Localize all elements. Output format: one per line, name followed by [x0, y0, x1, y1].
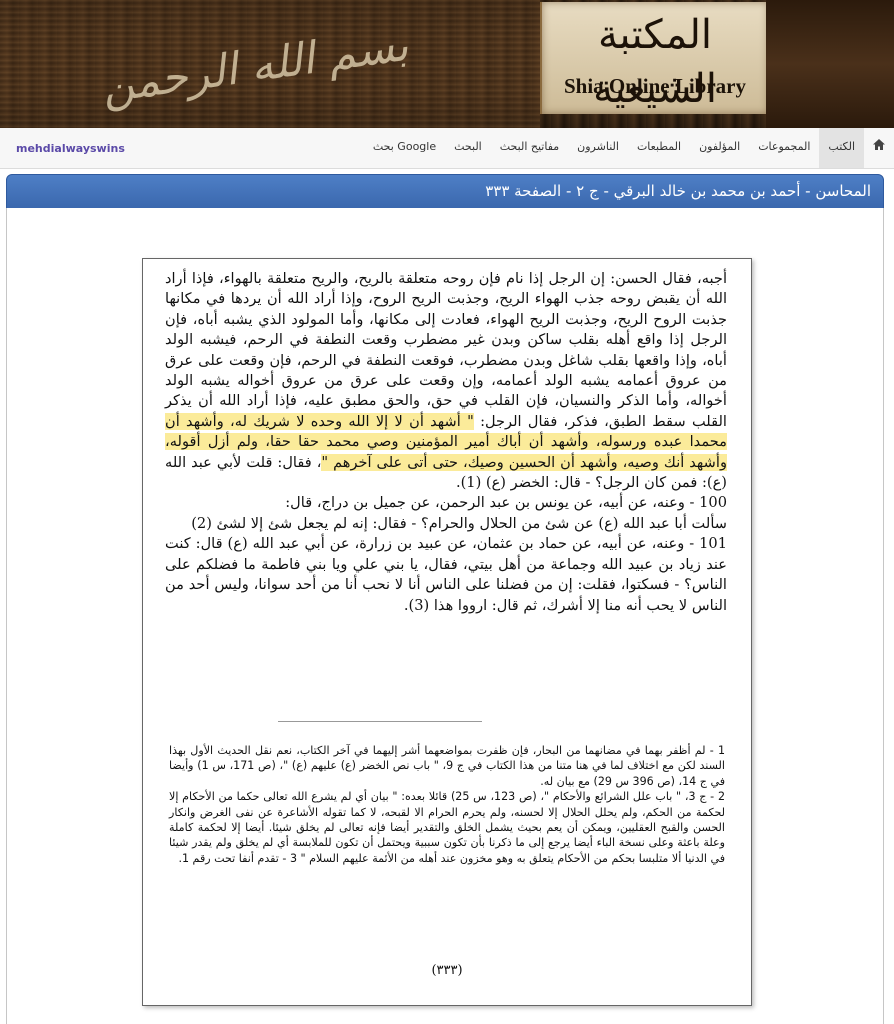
nav-item-google-search[interactable]: بحث Google — [364, 128, 445, 168]
paragraph-4: 101 - وعنه، عن أبيه، عن حماد بن عثمان، ع… — [165, 535, 727, 614]
page-title: المحاسن - أحمد بن محمد بن خالد البرقي - … — [485, 182, 871, 200]
nav-item-authors[interactable]: المؤلفون — [690, 128, 749, 168]
home-icon[interactable] — [864, 128, 894, 168]
main-text: أجبه، فقال الحسن: إن الرجل إذا نام فإن ر… — [165, 269, 727, 616]
footnote-divider — [278, 721, 482, 722]
site-logo[interactable]: المكتبة الشيعية Shia Online Library — [540, 2, 770, 114]
nav-item-books[interactable]: الكتب — [819, 128, 864, 168]
footnote-2: 2 - ج 3، " باب علل الشرائع والأحكام "، (… — [169, 790, 725, 865]
paragraph-2: 100 - وعنه، عن أبيه، عن يونس بن عبد الرح… — [285, 494, 727, 512]
nav-bar: mehdialwayswins الكتب المجموعات المؤلفون… — [0, 128, 894, 169]
text-before-highlight: أجبه، فقال الحسن: إن الرجل إذا نام فإن ر… — [165, 270, 727, 430]
nav-item-collections[interactable]: المجموعات — [749, 128, 819, 168]
footnotes: 1 - لم أظفر بهما في مضانهما من البحار، ف… — [169, 743, 725, 866]
nav-item-printers[interactable]: المطبعات — [628, 128, 690, 168]
home-icon-svg — [873, 139, 885, 150]
logo-english: Shia Online Library — [563, 74, 747, 98]
page-title-bar: المحاسن - أحمد بن محمد بن خالد البرقي - … — [6, 174, 884, 210]
site-banner: بسم الله الرحمن الرحيم المكتبة الشيعية S… — [0, 0, 894, 128]
nav-item-search[interactable]: البحث — [445, 128, 491, 168]
user-link[interactable]: mehdialwayswins — [16, 142, 125, 155]
logo-arabic: المكتبة الشيعية — [593, 12, 717, 112]
footnote-1: 1 - لم أظفر بهما في مضانهما من البحار، ف… — [169, 744, 725, 788]
banner-right-texture — [766, 0, 894, 128]
book-page: أجبه، فقال الحسن: إن الرجل إذا نام فإن ر… — [142, 258, 752, 1006]
nav-menu: الكتب المجموعات المؤلفون المطبعات الناشر… — [364, 128, 894, 168]
page-number: (٣٣٣) — [431, 963, 463, 978]
paragraph-3: سألت أبا عبد الله (ع) عن شئ من الحلال وا… — [191, 514, 727, 532]
paragraph-1: أجبه، فقال الحسن: إن الرجل إذا نام فإن ر… — [165, 269, 727, 493]
nav-item-search-keys[interactable]: مفاتيح البحث — [491, 128, 568, 168]
nav-item-publishers[interactable]: الناشرون — [568, 128, 628, 168]
